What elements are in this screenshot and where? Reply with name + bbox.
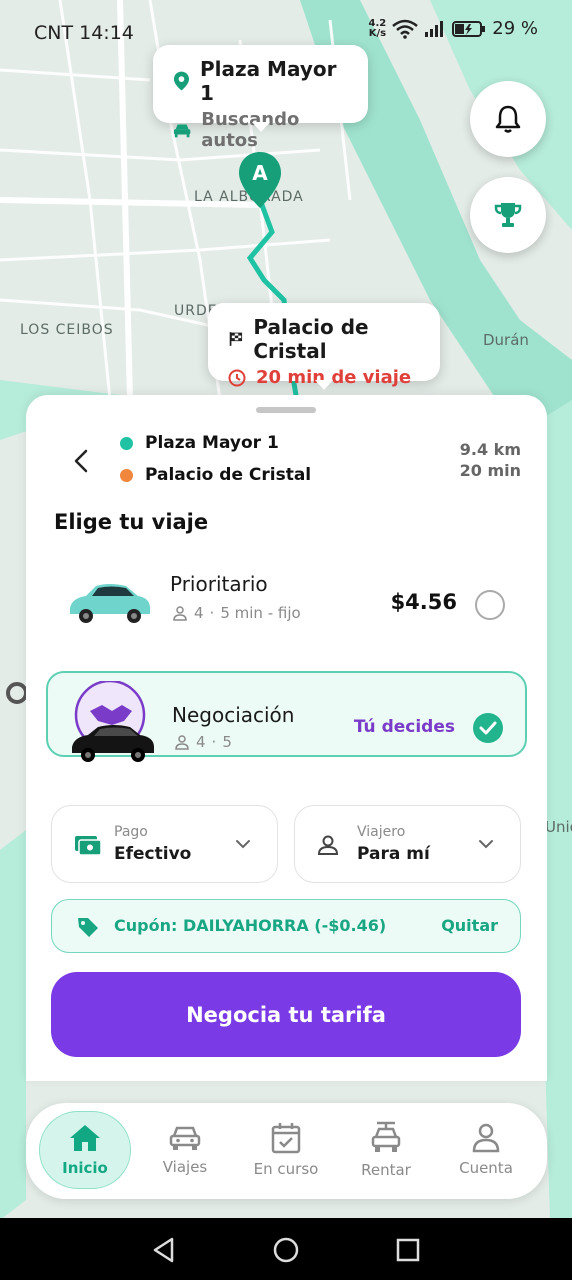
user-icon xyxy=(317,835,339,855)
coupon-banner: Cupón: DAILYAHORRA (-$0.46) Quitar xyxy=(51,899,521,953)
status-time: CNT 14:14 xyxy=(34,22,134,44)
trip-sheet: Plaza Mayor 1 Palacio de Cristal 9.4 km … xyxy=(26,395,547,1081)
route-meta: 9.4 km 20 min xyxy=(460,439,521,481)
ride-seats: 4 xyxy=(196,733,206,751)
system-navigation-bar xyxy=(0,1218,572,1280)
nav-item-en-curso[interactable]: En curso xyxy=(240,1111,332,1189)
route-destination-label: Palacio de Cristal xyxy=(145,465,312,485)
checkered-flag-icon xyxy=(229,332,243,346)
ride-price: $4.56 xyxy=(390,590,457,614)
chevron-left-icon xyxy=(74,449,88,473)
traveler-select[interactable]: Viajero Para mí xyxy=(294,805,521,883)
destination-dot xyxy=(120,468,133,482)
payment-label: Pago xyxy=(114,824,148,840)
ride-seats: 4 xyxy=(194,604,204,622)
nav-label: Viajes xyxy=(162,1158,208,1176)
cash-icon xyxy=(75,836,102,856)
negotiate-price-label: Tú decides xyxy=(353,717,455,737)
destination-bubble-title: Palacio de Cristal xyxy=(253,315,369,363)
payment-value: Efectivo xyxy=(114,844,192,864)
route-destination: Palacio de Cristal xyxy=(120,465,311,485)
ride-detail: 5 min - fijo xyxy=(220,604,301,622)
tag-icon xyxy=(78,918,98,937)
nav-label: Inicio xyxy=(62,1159,108,1177)
coupon-remove-button[interactable]: Quitar xyxy=(441,916,498,935)
ride-option-prioritario[interactable]: Prioritario 4 · 5 min - fijo $4.56 xyxy=(46,560,527,646)
wifi-icon xyxy=(392,19,419,39)
ride-radio-checked[interactable] xyxy=(473,713,503,743)
traveler-value: Para mí xyxy=(357,844,430,864)
car-icon xyxy=(169,1126,201,1150)
origin-bubble-title: Plaza Mayor 1 xyxy=(199,57,337,105)
map-label-union: Unio xyxy=(545,818,572,836)
location-pin-icon xyxy=(173,71,189,91)
sheet-handle[interactable] xyxy=(256,407,316,413)
origin-pin[interactable]: A xyxy=(237,150,283,210)
user-icon xyxy=(472,1123,500,1153)
chevron-down-icon xyxy=(479,840,493,849)
destination-bubble-subtitle: 20 min de viaje xyxy=(256,367,412,388)
notifications-button[interactable] xyxy=(470,81,546,157)
signal-icon xyxy=(425,20,444,37)
home-icon xyxy=(70,1125,100,1151)
battery-percent: 29 % xyxy=(492,18,538,39)
person-icon xyxy=(175,735,189,750)
nav-label: En curso xyxy=(253,1160,319,1178)
map-label-duran: Durán xyxy=(483,331,529,349)
payment-select[interactable]: Pago Efectivo xyxy=(51,805,278,883)
traveler-label: Viajero xyxy=(357,824,406,840)
check-icon xyxy=(479,721,497,735)
route-origin: Plaza Mayor 1 xyxy=(120,433,279,453)
ride-radio[interactable] xyxy=(475,590,505,620)
negotiate-fare-button[interactable]: Negocia tu tarifa xyxy=(51,972,521,1057)
coupon-text: Cupón: DAILYAHORRA (-$0.46) xyxy=(114,916,387,935)
back-button[interactable] xyxy=(70,447,94,475)
origin-bubble-subtitle: Buscando autos xyxy=(201,109,300,151)
trophy-icon xyxy=(494,203,522,227)
bell-icon xyxy=(495,105,521,133)
calendar-check-icon xyxy=(271,1123,301,1154)
car-icon xyxy=(173,124,191,138)
ride-name: Prioritario xyxy=(170,572,268,596)
route-summary: Plaza Mayor 1 Palacio de Cristal 9.4 km … xyxy=(26,429,547,489)
nav-label: Cuenta xyxy=(459,1159,513,1177)
rewards-button[interactable] xyxy=(470,177,546,253)
nav-item-cuenta[interactable]: Cuenta xyxy=(440,1111,532,1189)
home-circle-icon[interactable] xyxy=(272,1236,300,1264)
chevron-down-icon xyxy=(236,840,250,849)
compass-icon[interactable] xyxy=(6,682,28,704)
teal-car-icon xyxy=(70,584,150,623)
recents-square-icon[interactable] xyxy=(394,1236,422,1264)
ride-name: Negociación xyxy=(172,703,295,727)
choose-ride-title: Elige tu viaje xyxy=(54,510,209,534)
nav-item-rentar[interactable]: Rentar xyxy=(340,1111,432,1189)
status-icons: 4.2 K/s 29 % xyxy=(369,18,538,39)
ride-meta: 4 · 5 min - fijo xyxy=(172,604,301,622)
pin-label: A xyxy=(252,161,268,185)
rent-car-icon xyxy=(371,1121,401,1152)
network-speed: 4.2 K/s xyxy=(368,17,387,39)
map-label-los-ceibos: LOS CEIBOS xyxy=(20,322,114,338)
person-icon xyxy=(173,606,187,621)
nav-label: Rentar xyxy=(361,1161,411,1179)
battery-icon xyxy=(452,20,486,37)
nav-item-inicio[interactable]: Inicio xyxy=(39,1111,131,1189)
back-triangle-icon[interactable] xyxy=(150,1236,178,1264)
origin-bubble[interactable]: Plaza Mayor 1 Buscando autos xyxy=(153,45,368,151)
nav-item-viajes[interactable]: Viajes xyxy=(139,1111,231,1189)
ride-detail: 5 xyxy=(222,733,232,751)
clock-icon xyxy=(228,369,246,386)
origin-dot xyxy=(120,436,133,450)
ride-option-negociacion[interactable]: Negociación 4 · 5 Tú decides xyxy=(46,671,527,762)
trip-duration: 20 min xyxy=(459,461,521,480)
ride-meta: 4 · 5 xyxy=(174,733,232,751)
bottom-navigation: Inicio Viajes En curso Rentar Cuenta xyxy=(26,1103,547,1199)
negotiation-car-icon xyxy=(72,681,154,762)
map-pin-icon: A xyxy=(239,152,281,208)
route-origin-label: Plaza Mayor 1 xyxy=(145,433,279,453)
trip-distance: 9.4 km xyxy=(459,440,521,459)
destination-bubble[interactable]: Palacio de Cristal 20 min de viaje xyxy=(208,303,440,390)
